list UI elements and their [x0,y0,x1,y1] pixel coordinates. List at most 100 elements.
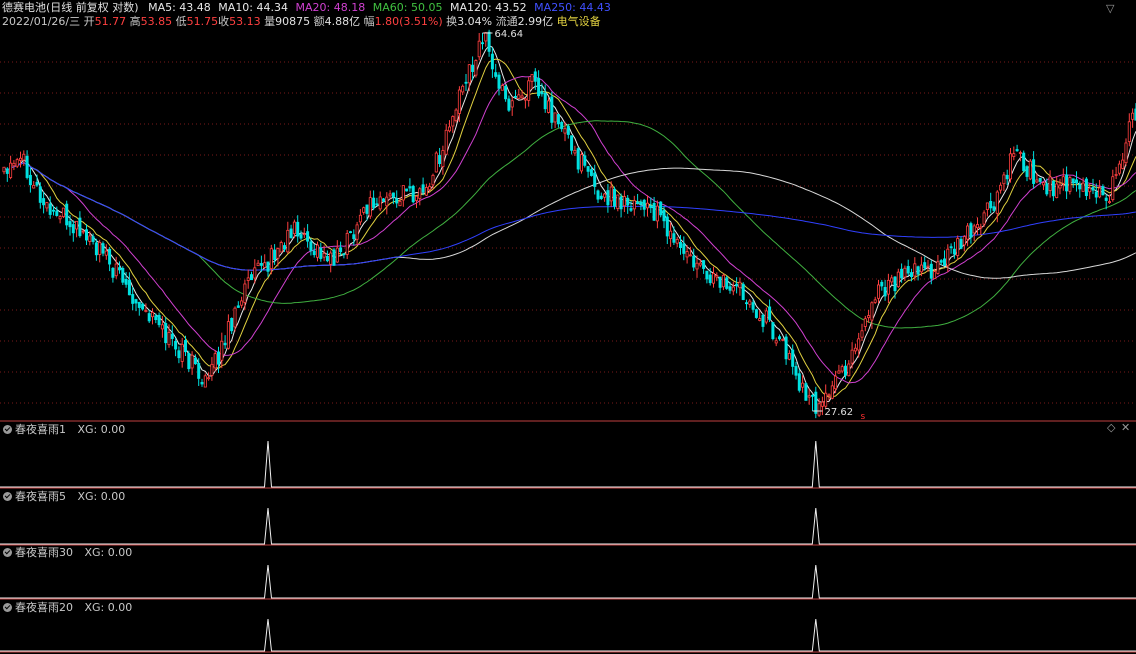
candlesticks [2,29,1136,419]
candle-body [764,310,768,323]
candle-body [850,349,854,364]
candle-body [702,260,706,269]
candle-body [65,203,69,226]
indicator-header-2[interactable]: 春夜喜雨5 XG: 0.00 [3,490,125,503]
candle-body [58,216,62,220]
candle-body [269,248,273,270]
candle-body [1108,201,1112,203]
candle-body [976,224,980,229]
candle-body [441,150,445,168]
candle-body [1032,159,1036,184]
candle-body [388,193,392,197]
candle-body [266,261,270,272]
candle-body [401,185,405,201]
indicator-value: XG: 0.00 [84,546,133,559]
candle-body [332,249,336,266]
indicator-header-4[interactable]: 春夜喜雨20 XG: 0.00 [3,601,132,614]
candle-body [497,74,501,89]
indicator-header-3[interactable]: 春夜喜雨30 XG: 0.00 [3,546,132,559]
stock-name[interactable]: 德赛电池 [2,1,46,14]
indicator-settings-icon[interactable] [3,548,12,557]
candle-body [411,185,415,203]
candle-body [877,284,881,299]
turnover-label: 换 [446,15,458,28]
collapse-icon[interactable]: ▽ [1106,2,1114,15]
candle-body [771,322,775,340]
candle-body [966,225,970,240]
candle-body [1081,182,1085,192]
ma250-label: MA250: 44.43 [534,1,611,14]
candle-body [467,64,471,84]
candle-body [758,318,762,321]
candle-body [322,253,326,258]
candle-body [933,271,937,279]
candle-body [141,303,145,310]
candle-body [263,262,267,268]
candle-body [461,85,465,93]
candle-body [22,153,26,161]
candle-body [599,195,603,199]
indicator-settings-icon[interactable] [3,492,12,501]
candle-body [659,201,663,216]
candle-body [273,249,277,261]
candle-body [563,128,567,134]
panel-close-icon[interactable]: ✕ [1121,421,1130,434]
candle-body [124,279,128,285]
candle-body [91,236,95,242]
candle-body [675,239,679,244]
panel-diamond-icon[interactable]: ◇ [1107,421,1115,434]
candle-body [1022,152,1026,172]
period-mode[interactable]: (日线 前复权 对数) [46,1,139,14]
candle-body [510,100,514,108]
candle-body [385,196,389,207]
candle-body [183,340,187,353]
candle-body [1124,142,1128,164]
candle-body [619,196,623,210]
indicator-line [0,507,1136,545]
candle-body [537,77,541,97]
float-value: 2.99亿 [517,15,554,28]
candle-body [372,197,376,208]
candle-body [137,301,141,308]
price-grid [0,61,1136,404]
indicator-header-1[interactable]: 春夜喜雨1 XG: 0.00 [3,423,125,436]
candle-body [1002,174,1006,185]
candle-body [249,274,253,281]
candle-body [2,166,6,173]
candle-body [9,162,13,178]
candle-body [929,263,933,279]
candle-body [451,116,455,127]
candle-body [972,225,976,234]
candle-body [791,349,795,367]
candle-body [1045,183,1049,195]
candle-body [560,121,564,130]
candle-body [738,281,742,289]
candle-body [312,250,316,256]
candle-body [1078,184,1082,190]
candle-body [837,370,841,374]
ma5-line [3,44,1136,403]
candle-body [801,382,805,388]
candle-body [414,195,418,201]
amount-value: 4.88亿 [324,15,361,28]
candle-body [157,314,161,326]
indicator-settings-icon[interactable] [3,425,12,434]
close-label: 收 [218,15,230,28]
indicator-settings-icon[interactable] [3,603,12,612]
candle-body [1101,186,1105,196]
candle-body [306,231,310,242]
candle-body [886,279,890,295]
candle-body [995,191,999,214]
indicator-name: 春夜喜雨30 [15,546,73,559]
candle-body [787,353,791,360]
candle-body [223,342,227,346]
candle-body [807,395,811,398]
change-value: 1.80(3.51%) [374,15,443,28]
candle-body [1117,163,1121,174]
candle-body [154,315,158,321]
high-label: 高 [129,15,141,28]
candle-body [52,209,56,212]
sector-label[interactable]: 电气设备 [557,15,601,28]
candle-body [18,157,22,161]
candle-body [949,246,953,249]
